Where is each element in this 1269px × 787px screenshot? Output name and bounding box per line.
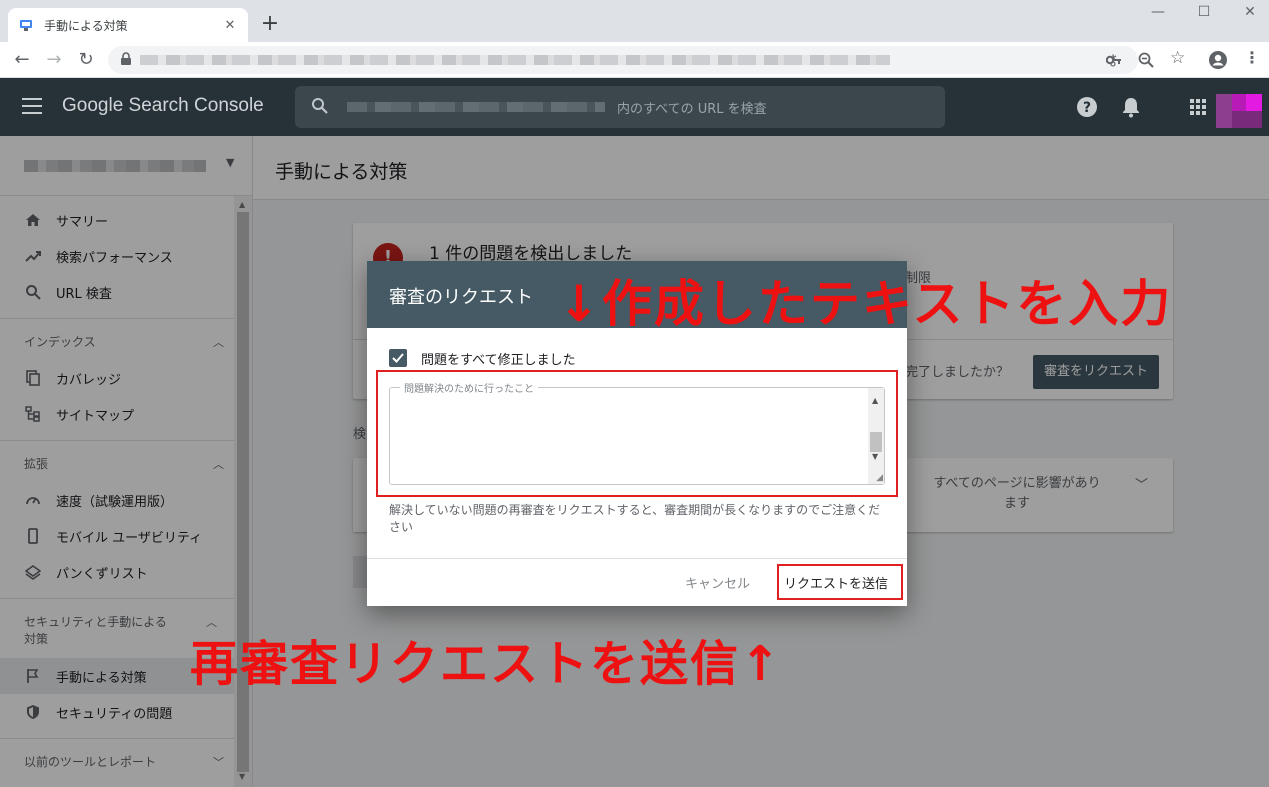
- svg-text:?: ?: [1083, 100, 1091, 116]
- search-console-favicon-icon: [20, 20, 32, 31]
- zoom-out-icon[interactable]: [1138, 52, 1154, 68]
- back-arrow-icon[interactable]: ←: [10, 48, 34, 72]
- browser-menu-icon[interactable]: ⋮: [1244, 48, 1260, 67]
- hamburger-menu-icon[interactable]: [22, 98, 42, 119]
- minimize-button[interactable]: —: [1146, 4, 1170, 20]
- fixed-all-checkbox[interactable]: [389, 349, 407, 367]
- send-button-highlight-box: [777, 564, 903, 600]
- address-bar[interactable]: ⚷: [108, 46, 1138, 74]
- app-header: Google Search Console 内のすべての URL を検査 ?: [0, 78, 1269, 136]
- password-key-icon[interactable]: [1106, 53, 1122, 67]
- dialog-title: 審査のリクエスト: [389, 287, 533, 308]
- bookmark-star-icon[interactable]: ☆: [1170, 48, 1185, 68]
- browser-tab[interactable]: 手動による対策 ✕: [8, 8, 248, 42]
- reload-icon[interactable]: ↻: [74, 48, 98, 72]
- avatar[interactable]: [1216, 94, 1262, 128]
- new-tab-button[interactable]: +: [258, 12, 282, 36]
- browser-tab-bar: 手動による対策 ✕ + — ☐ ✕: [0, 0, 1269, 42]
- annotation-bottom: 再審査リクエストを送信↑: [190, 636, 783, 692]
- forward-arrow-icon[interactable]: →: [42, 48, 66, 72]
- annotation-top: ↓作成したテキストを入力: [558, 275, 1173, 333]
- url-inspect-search[interactable]: 内のすべての URL を検査: [295, 86, 945, 128]
- browser-toolbar: ← → ↻ ⚷ ☆ ⋮: [0, 42, 1269, 78]
- app-logo: Google Search Console: [62, 95, 264, 116]
- profile-icon[interactable]: [1208, 50, 1228, 70]
- checkbox-label: 問題をすべて修正しました: [421, 353, 576, 368]
- search-icon: [312, 98, 328, 114]
- cancel-button[interactable]: キャンセル: [685, 573, 750, 592]
- notification-bell-icon[interactable]: [1120, 96, 1142, 118]
- apps-grid-icon[interactable]: [1187, 96, 1209, 118]
- tab-close-icon[interactable]: ✕: [222, 18, 238, 33]
- help-icon[interactable]: ?: [1076, 96, 1098, 118]
- textarea-highlight-box: [376, 370, 898, 497]
- help-text: 解決していない問題の再審査をリクエストすると、審査期間が長くなりますのでご注意く…: [389, 503, 881, 534]
- maximize-button[interactable]: ☐: [1192, 4, 1216, 20]
- check-icon: [392, 353, 404, 363]
- lock-icon: [121, 52, 131, 65]
- dialog-footer-divider: [367, 558, 907, 559]
- tab-title: 手動による対策: [44, 18, 128, 33]
- property-url-redacted: [347, 102, 605, 112]
- search-placeholder: 内のすべての URL を検査: [617, 102, 767, 117]
- window-close-button[interactable]: ✕: [1238, 4, 1262, 20]
- url-redacted: [140, 55, 890, 65]
